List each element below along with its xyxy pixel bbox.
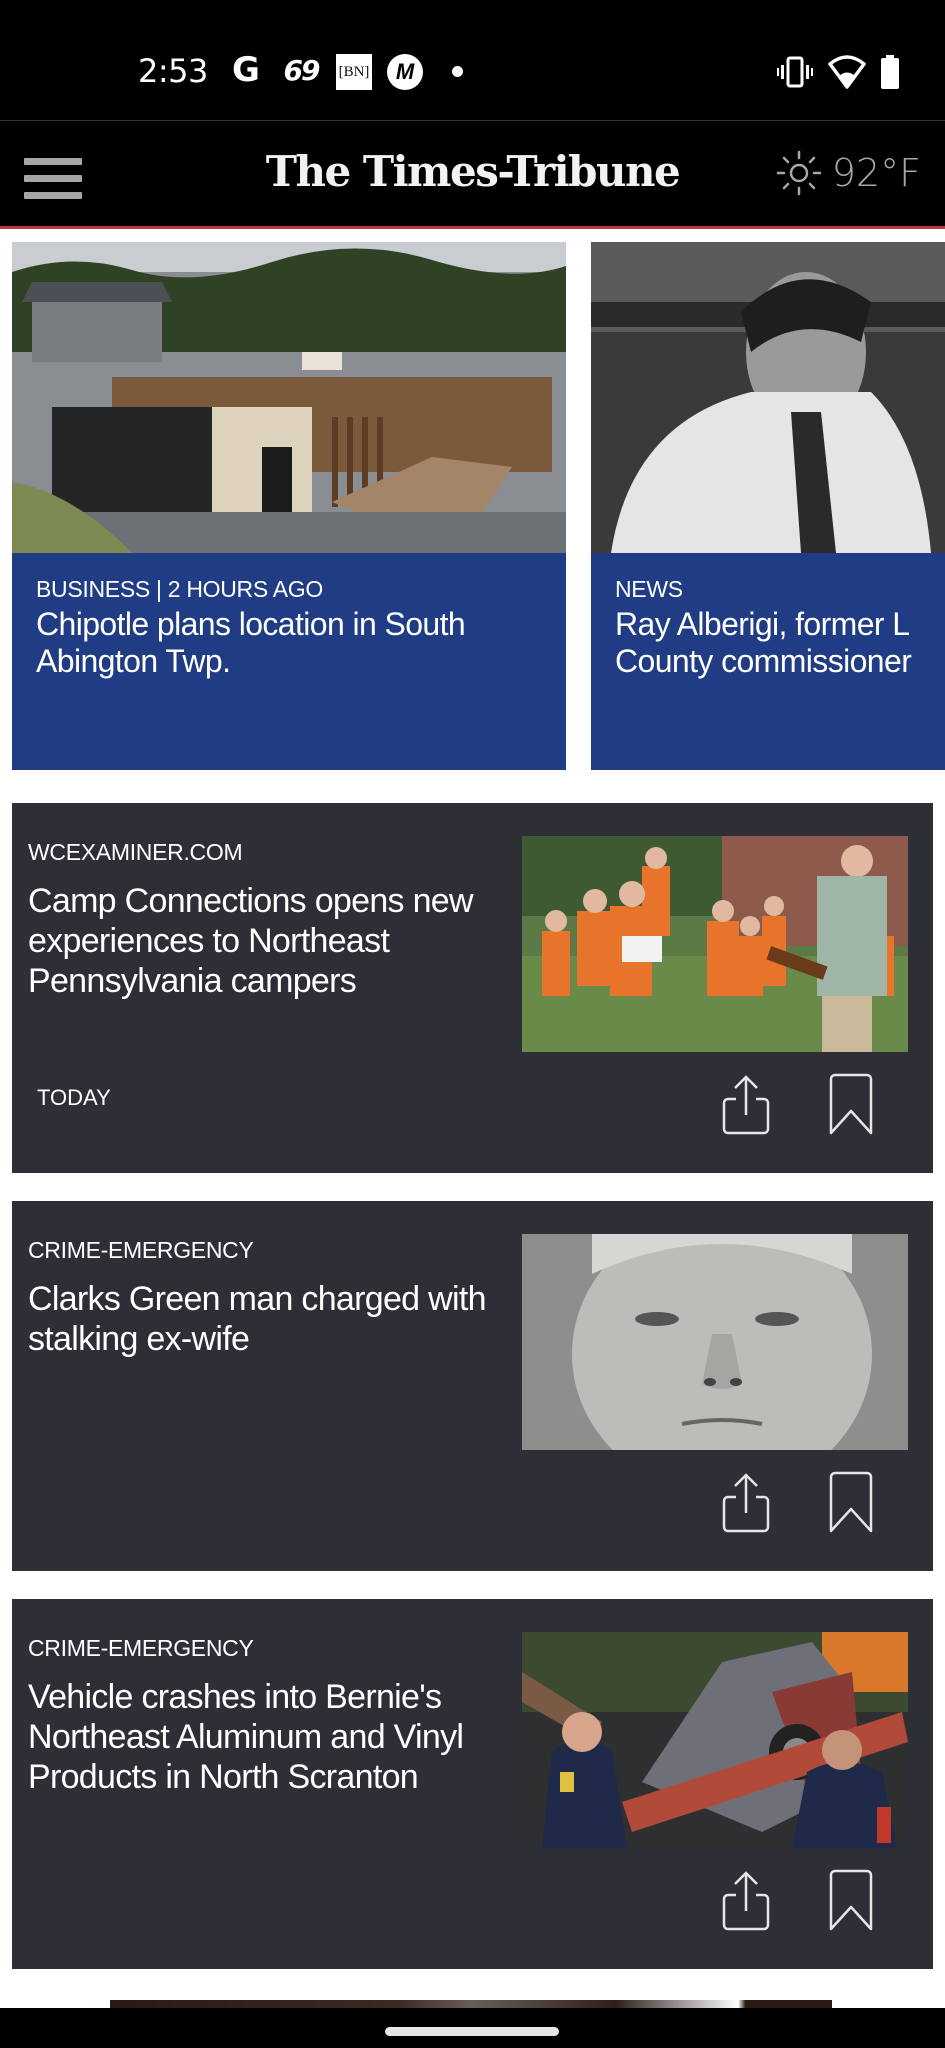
article-title[interactable]: Camp Connections opens new experiences t…: [28, 881, 518, 1001]
google-icon: G: [232, 50, 260, 90]
carousel-title[interactable]: Ray Alberigi, former L County commission…: [615, 606, 912, 680]
article-date: TODAY: [37, 1085, 111, 1110]
wifi-icon: [828, 55, 866, 89]
carousel-card[interactable]: NEWS Ray Alberigi, former L County commi…: [591, 242, 945, 770]
carousel-title-line: Ray Alberigi, former L: [615, 606, 910, 642]
bookmark-icon[interactable]: [827, 1869, 875, 1931]
bookmark-icon[interactable]: [827, 1471, 875, 1533]
home-gesture-handle[interactable]: [385, 2027, 559, 2036]
news-card[interactable]: CRIME-EMERGENCY Vehicle crashes into Ber…: [12, 1599, 933, 1969]
temperature-readout: 92°F: [831, 151, 921, 195]
battery-icon: [881, 55, 899, 89]
bn-news-icon: [BN]: [336, 54, 372, 90]
carousel-meta: NEWS: [615, 576, 683, 602]
carousel-title-line: County commissioner: [615, 643, 912, 679]
carousel-title[interactable]: Chipotle plans location in South Abingto…: [36, 606, 556, 680]
carousel-title-line: Abington Twp.: [36, 643, 231, 679]
system-navigation-bar: [0, 2008, 945, 2048]
article-title[interactable]: Vehicle crashes into Bernie's Northeast …: [28, 1677, 518, 1797]
sun-icon: [776, 150, 822, 196]
carousel-card[interactable]: BUSINESS | 2 HOURS AGO Chipotle plans lo…: [12, 242, 566, 770]
carousel-title-line: Chipotle plans location in South: [36, 606, 466, 642]
burned-building-photo: [12, 242, 566, 553]
notification-dot-icon: [452, 66, 463, 77]
carousel-meta: BUSINESS | 2 HOURS AGO: [36, 576, 323, 602]
article-title[interactable]: Clarks Green man charged with stalking e…: [28, 1279, 518, 1359]
bookmark-icon[interactable]: [827, 1073, 875, 1135]
mugshot-photo[interactable]: [522, 1234, 908, 1450]
news-card[interactable]: WCEXAMINER.COM Camp Connections opens ne…: [12, 803, 933, 1173]
article-source: CRIME-EMERGENCY: [28, 1635, 254, 1661]
man-portrait-photo: [591, 242, 945, 553]
share-icon[interactable]: [722, 1073, 770, 1135]
vehicle-crash-photo[interactable]: [522, 1632, 908, 1848]
status-time: 2:53: [138, 52, 208, 90]
share-icon[interactable]: [722, 1471, 770, 1533]
vibrate-icon: [777, 56, 813, 88]
news-card[interactable]: CRIME-EMERGENCY Clarks Green man charged…: [12, 1201, 933, 1571]
app-69-icon: 69: [283, 53, 321, 87]
weather-widget[interactable]: 92°F: [776, 143, 921, 203]
m-app-icon: M: [387, 54, 423, 90]
campers-singing-photo[interactable]: [522, 836, 908, 1052]
status-bar: 2:53 G 69 [BN] M: [0, 0, 945, 120]
share-icon[interactable]: [722, 1869, 770, 1931]
article-source: CRIME-EMERGENCY: [28, 1237, 254, 1263]
top-stories-carousel[interactable]: BUSINESS | 2 HOURS AGO Chipotle plans lo…: [0, 229, 945, 784]
article-source: WCEXAMINER.COM: [28, 839, 243, 865]
app-header: The Times-Tribune 92°F: [0, 120, 945, 228]
